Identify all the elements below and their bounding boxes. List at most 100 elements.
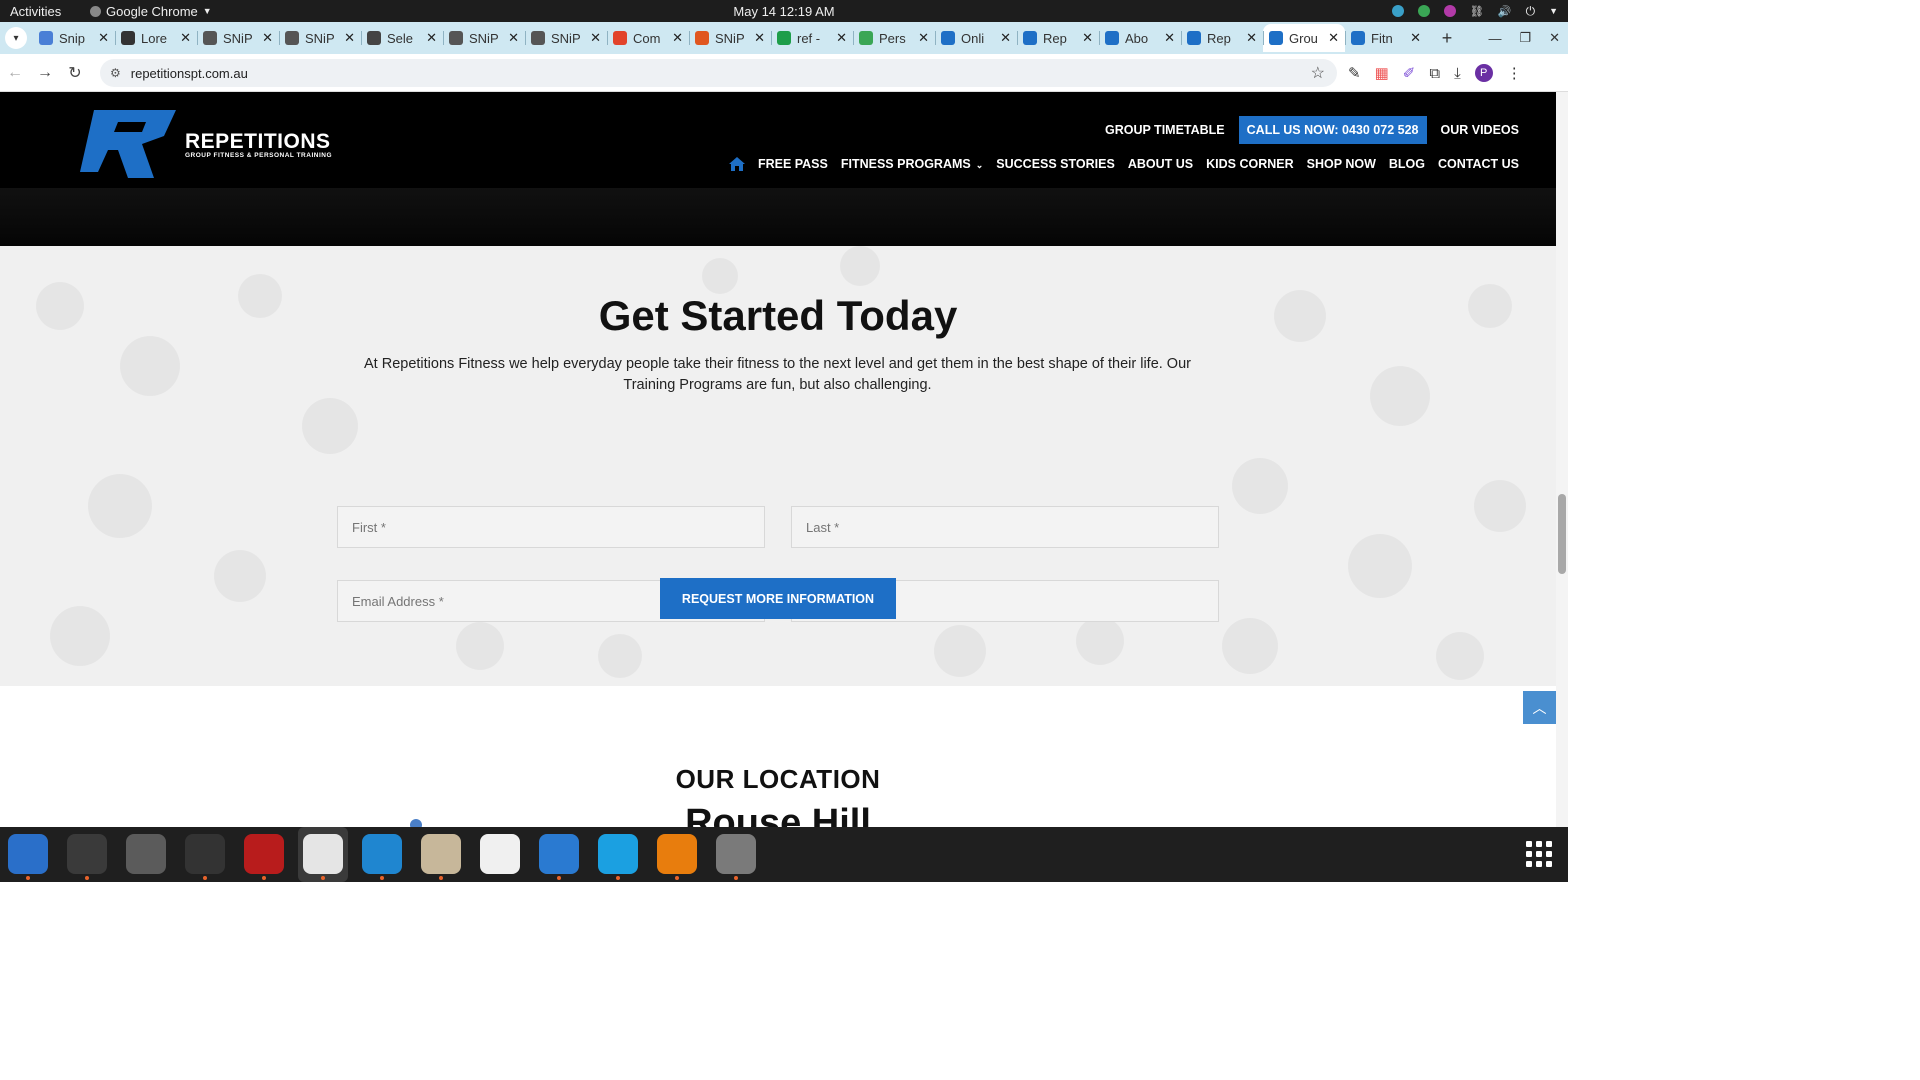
- chrome-menu-icon[interactable]: ⋮: [1507, 64, 1522, 82]
- terminal-icon[interactable]: [67, 834, 107, 880]
- update-icon[interactable]: [1417, 5, 1430, 17]
- sync-icon[interactable]: [1391, 5, 1404, 17]
- tab-close-icon[interactable]: ✕: [426, 30, 437, 46]
- activities-button[interactable]: Activities: [10, 4, 61, 19]
- browser-tab[interactable]: Fitn ✕: [1345, 24, 1427, 52]
- url-text[interactable]: repetitionspt.com.au: [131, 66, 248, 81]
- filezilla-icon[interactable]: [244, 834, 284, 880]
- tab-search-button[interactable]: ▾: [5, 27, 27, 49]
- nav-shop-now[interactable]: SHOP NOW: [1307, 157, 1376, 171]
- system-tray[interactable]: ⛓ 🔊 ⏻ ▼: [1391, 4, 1558, 19]
- pen-extension-icon[interactable]: ✐: [1403, 64, 1416, 82]
- tab-close-icon[interactable]: ✕: [672, 30, 683, 46]
- bookmark-star-icon[interactable]: ☆: [1311, 63, 1325, 83]
- nav-about-us[interactable]: ABOUT US: [1128, 157, 1193, 171]
- volume-icon[interactable]: 🔊: [1498, 5, 1512, 18]
- reload-button[interactable]: ↻: [60, 63, 90, 83]
- nav-success-stories[interactable]: SUCCESS STORIES: [996, 157, 1115, 171]
- tab-close-icon[interactable]: ✕: [1246, 30, 1257, 46]
- chrome-icon[interactable]: [303, 834, 343, 880]
- browser-tab[interactable]: Com ✕: [607, 24, 689, 52]
- download-icon[interactable]: ⤓: [1454, 65, 1461, 82]
- tab-close-icon[interactable]: ✕: [262, 30, 273, 46]
- browser-tab[interactable]: SNiP ✕: [197, 24, 279, 52]
- call-us-button[interactable]: CALL US NOW: 0430 072 528: [1238, 116, 1427, 144]
- new-tab-button[interactable]: +: [1435, 28, 1459, 49]
- browser-tab[interactable]: Abo ✕: [1099, 24, 1181, 52]
- tab-close-icon[interactable]: ✕: [508, 30, 519, 46]
- show-apps-icon[interactable]: [1526, 841, 1552, 867]
- browser-tab[interactable]: Pers ✕: [853, 24, 935, 52]
- close-icon[interactable]: ✕: [1549, 30, 1560, 46]
- browser-tab[interactable]: Onli ✕: [935, 24, 1017, 52]
- back-to-top-button[interactable]: ︿: [1523, 691, 1556, 724]
- browser-tab[interactable]: SNiP ✕: [279, 24, 361, 52]
- tab-close-icon[interactable]: ✕: [836, 30, 847, 46]
- browser-tab[interactable]: ref - ✕: [771, 24, 853, 52]
- page-scrollbar[interactable]: [1556, 92, 1568, 827]
- browser-tab[interactable]: SNiP ✕: [689, 24, 771, 52]
- nav-kids-corner[interactable]: KIDS CORNER: [1206, 157, 1294, 171]
- tab-close-icon[interactable]: ✕: [754, 30, 765, 46]
- browser-tab[interactable]: Lore ✕: [115, 24, 197, 52]
- browser-tab[interactable]: Snip ✕: [33, 24, 115, 52]
- tab-close-icon[interactable]: ✕: [590, 30, 601, 46]
- thunderbird-icon[interactable]: [8, 834, 48, 880]
- tab-close-icon[interactable]: ✕: [1000, 30, 1011, 46]
- group-timetable-link[interactable]: GROUP TIMETABLE: [1105, 123, 1225, 137]
- power-icon[interactable]: ⏻: [1526, 4, 1536, 19]
- system-monitor-icon[interactable]: [185, 834, 225, 880]
- calendar-extension-icon[interactable]: ▦: [1375, 64, 1389, 82]
- minimize-icon[interactable]: —: [1488, 31, 1501, 46]
- tab-close-icon[interactable]: ✕: [180, 30, 191, 46]
- tab-close-icon[interactable]: ✕: [918, 30, 929, 46]
- disk-icon[interactable]: [716, 834, 756, 880]
- nav-blog[interactable]: BLOG: [1389, 157, 1425, 171]
- last-name-input[interactable]: [791, 506, 1219, 548]
- tab-close-icon[interactable]: ✕: [98, 30, 109, 46]
- tab-close-icon[interactable]: ✕: [1082, 30, 1093, 46]
- browser-tab[interactable]: SNiP ✕: [525, 24, 607, 52]
- repetitions-logo-icon[interactable]: [80, 110, 176, 178]
- request-info-button[interactable]: REQUEST MORE INFORMATION: [660, 578, 896, 619]
- our-videos-link[interactable]: OUR VIDEOS: [1441, 123, 1520, 137]
- text-editor-icon[interactable]: [480, 834, 520, 874]
- files-icon[interactable]: [421, 834, 461, 880]
- nav-free-pass[interactable]: FREE PASS: [758, 157, 828, 171]
- tab-close-icon[interactable]: ✕: [1328, 30, 1339, 46]
- tab-title: ref -: [797, 30, 821, 46]
- calculator-icon[interactable]: [126, 834, 166, 874]
- scrollbar-thumb[interactable]: [1558, 494, 1566, 574]
- nav-contact-us[interactable]: CONTACT US: [1438, 157, 1519, 171]
- site-info-icon[interactable]: ⚙: [110, 66, 121, 80]
- logo-text[interactable]: REPETITIONS: [185, 130, 331, 154]
- browser-tab[interactable]: SNiP ✕: [443, 24, 525, 52]
- forward-button[interactable]: →: [30, 64, 60, 82]
- browser-tab[interactable]: Grou ✕: [1263, 24, 1345, 52]
- chevron-down-icon[interactable]: ▼: [1549, 6, 1558, 16]
- skype-icon[interactable]: [598, 834, 638, 880]
- browser-tab[interactable]: Rep ✕: [1017, 24, 1099, 52]
- extensions-puzzle-icon[interactable]: ⧉: [1429, 65, 1440, 82]
- vscode-icon[interactable]: [362, 834, 402, 880]
- network-icon[interactable]: ⛓: [1470, 5, 1484, 18]
- app-menu[interactable]: Google Chrome ▼: [90, 4, 212, 19]
- blender-icon[interactable]: [657, 834, 697, 880]
- first-name-input[interactable]: [337, 506, 765, 548]
- browser-tab[interactable]: Rep ✕: [1181, 24, 1263, 52]
- color-picker-icon[interactable]: [1443, 5, 1456, 17]
- address-bar[interactable]: ⚙ repetitionspt.com.au ☆: [100, 59, 1337, 87]
- nav-fitness-programs[interactable]: FITNESS PROGRAMS ⌄: [841, 157, 983, 171]
- tab-close-icon[interactable]: ✕: [344, 30, 355, 46]
- profile-avatar[interactable]: P: [1474, 64, 1493, 82]
- home-icon[interactable]: [728, 157, 745, 171]
- tab-close-icon[interactable]: ✕: [1410, 30, 1421, 46]
- tab-title: Abo: [1125, 30, 1149, 46]
- maximize-icon[interactable]: ❐: [1519, 30, 1531, 46]
- back-button[interactable]: ←: [0, 64, 30, 82]
- eyedropper-icon[interactable]: ✎: [1348, 64, 1361, 82]
- tab-close-icon[interactable]: ✕: [1164, 30, 1175, 46]
- libreoffice-writer-icon[interactable]: [539, 834, 579, 880]
- browser-tab[interactable]: Sele ✕: [361, 24, 443, 52]
- chat-widget-icon[interactable]: [408, 817, 424, 827]
